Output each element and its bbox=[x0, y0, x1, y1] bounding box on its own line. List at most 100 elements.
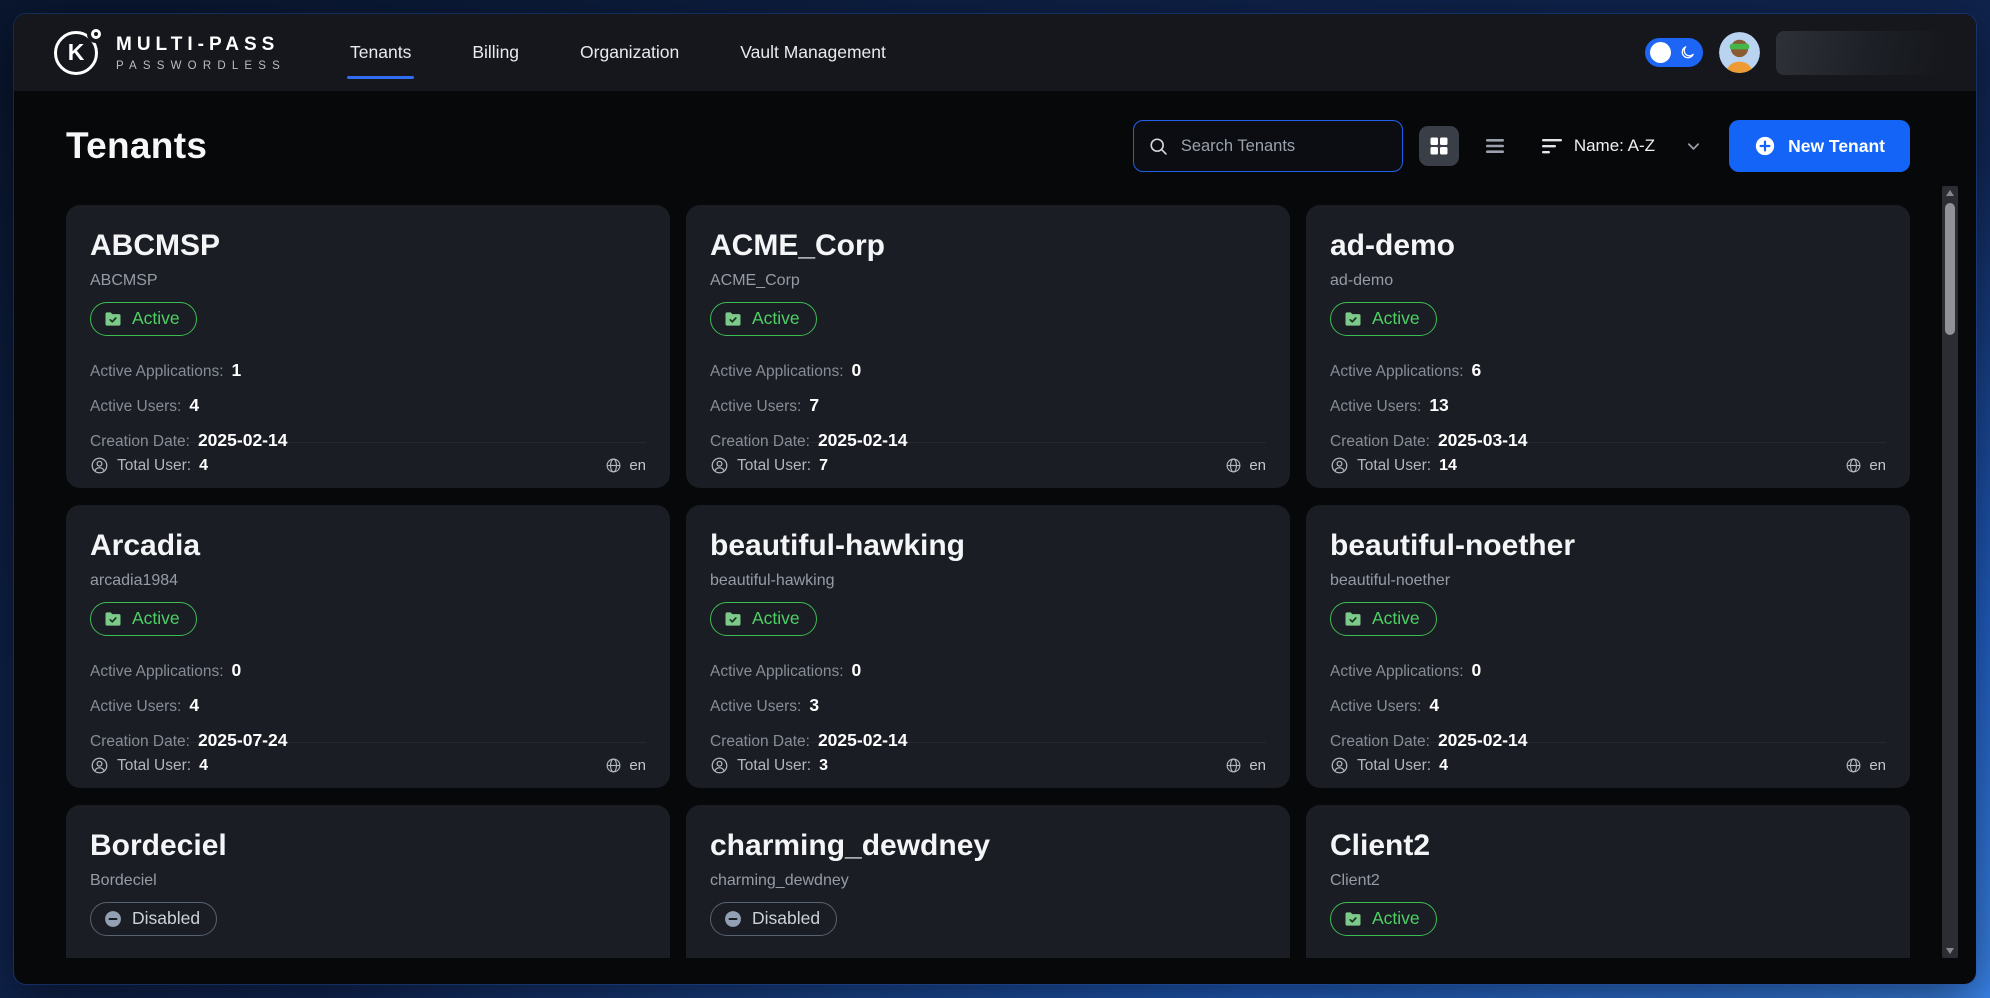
minus-circle-icon bbox=[723, 909, 743, 929]
status-badge: Active bbox=[90, 302, 197, 336]
toolbar: Tenants bbox=[66, 120, 1910, 172]
stat-value: 3 bbox=[809, 694, 819, 716]
tenant-card[interactable]: ACME_Corp ACME_Corp Active Active Applic… bbox=[686, 205, 1290, 488]
stat-label: Active Applications: bbox=[710, 361, 844, 383]
card-footer: Total User: 3 en bbox=[710, 742, 1266, 788]
tenant-name: beautiful-hawking bbox=[710, 529, 1266, 564]
tenant-card[interactable]: charming_dewdney charming_dewdney Disabl… bbox=[686, 805, 1290, 958]
status-label: Disabled bbox=[752, 908, 820, 929]
total-user-label: Total User: bbox=[117, 757, 191, 775]
list-view-button[interactable] bbox=[1475, 126, 1515, 166]
brand-text: MULTI-PASS PASSWORDLESS bbox=[116, 34, 286, 72]
status-label: Active bbox=[1372, 608, 1420, 629]
status-label: Active bbox=[752, 308, 800, 329]
grid-view-button[interactable] bbox=[1419, 126, 1459, 166]
search-box bbox=[1133, 120, 1403, 172]
locale: en bbox=[605, 457, 646, 474]
total-user-label: Total User: bbox=[117, 457, 191, 475]
stat-value: 6 bbox=[1472, 359, 1482, 381]
user-circle-icon bbox=[1330, 756, 1349, 775]
vertical-scrollbar[interactable] bbox=[1942, 186, 1958, 958]
total-user: Total User: 4 bbox=[90, 456, 208, 475]
scroll-up-arrow-icon[interactable] bbox=[1942, 186, 1958, 200]
status-badge: Active bbox=[1330, 302, 1437, 336]
tenant-stats: Active Applications:1Active Users:4Creat… bbox=[90, 359, 646, 453]
sort-icon bbox=[1541, 136, 1563, 156]
locale: en bbox=[1845, 757, 1886, 774]
stat-row: Active Users:4 bbox=[90, 694, 646, 718]
stat-label: Active Applications: bbox=[1330, 661, 1464, 683]
stat-row: Active Applications:1 bbox=[90, 359, 646, 383]
status-badge: Disabled bbox=[90, 902, 217, 936]
stat-value: 0 bbox=[852, 359, 862, 381]
stat-label: Active Applications: bbox=[90, 361, 224, 383]
stat-label: Active Users: bbox=[1330, 396, 1421, 418]
card-footer: Total User: 4 en bbox=[1330, 742, 1886, 788]
tenant-card[interactable]: Bordeciel Bordeciel Disabled Active Appl… bbox=[66, 805, 670, 958]
page-title: Tenants bbox=[66, 125, 207, 167]
folder-check-icon bbox=[1343, 609, 1363, 629]
total-user-value: 7 bbox=[819, 457, 828, 475]
new-tenant-label: New Tenant bbox=[1788, 136, 1885, 157]
sort-dropdown[interactable]: Name: A-Z bbox=[1541, 136, 1701, 156]
stat-value: 4 bbox=[1429, 694, 1439, 716]
stat-row: Active Applications:0 bbox=[1330, 659, 1886, 683]
nav-tab-billing[interactable]: Billing bbox=[472, 36, 519, 69]
grid-view-icon bbox=[1427, 134, 1451, 158]
user-circle-icon bbox=[710, 756, 729, 775]
new-tenant-button[interactable]: New Tenant bbox=[1729, 120, 1910, 172]
globe-icon bbox=[1845, 457, 1862, 474]
theme-toggle[interactable] bbox=[1645, 38, 1703, 67]
stat-value: 0 bbox=[852, 659, 862, 681]
total-user: Total User: 3 bbox=[710, 756, 828, 775]
locale: en bbox=[1225, 457, 1266, 474]
stat-row: Active Users:4 bbox=[1330, 694, 1886, 718]
stat-label: Active Applications: bbox=[90, 661, 224, 683]
tenant-slug: beautiful-hawking bbox=[710, 572, 1266, 590]
total-user: Total User: 14 bbox=[1330, 456, 1457, 475]
user-circle-icon bbox=[90, 756, 109, 775]
tenant-name: beautiful-noether bbox=[1330, 529, 1886, 564]
stat-row: Active Applications:6 bbox=[1330, 359, 1886, 383]
stat-row: Active Applications:0 bbox=[710, 659, 1266, 683]
tenant-card[interactable]: ad-demo ad-demo Active Active Applicatio… bbox=[1306, 205, 1910, 488]
tenant-stats: Active Applications:0Active Users:7Creat… bbox=[710, 359, 1266, 453]
stat-row: Active Applications:0 bbox=[90, 659, 646, 683]
tenant-stats: Active Applications:0Active Users:4Creat… bbox=[90, 659, 646, 753]
globe-icon bbox=[605, 757, 622, 774]
total-user-label: Total User: bbox=[737, 757, 811, 775]
scroll-down-arrow-icon[interactable] bbox=[1942, 944, 1958, 958]
tenant-slug: charming_dewdney bbox=[710, 872, 1266, 890]
tenant-name: Bordeciel bbox=[90, 829, 646, 864]
stat-label: Active Users: bbox=[710, 696, 801, 718]
card-footer: Total User: 7 en bbox=[710, 442, 1266, 488]
scrollbar-thumb[interactable] bbox=[1945, 203, 1955, 335]
tenant-name: Client2 bbox=[1330, 829, 1886, 864]
header-right-cluster bbox=[1645, 31, 1944, 75]
total-user-label: Total User: bbox=[1357, 457, 1431, 475]
sort-label: Name: A-Z bbox=[1574, 136, 1655, 156]
total-user: Total User: 4 bbox=[1330, 756, 1448, 775]
tenant-card[interactable]: beautiful-noether beautiful-noether Acti… bbox=[1306, 505, 1910, 788]
brand-logo-icon: K bbox=[51, 28, 101, 78]
tenant-name: ad-demo bbox=[1330, 229, 1886, 264]
status-label: Active bbox=[1372, 308, 1420, 329]
globe-icon bbox=[605, 457, 622, 474]
total-user: Total User: 7 bbox=[710, 456, 828, 475]
search-input[interactable] bbox=[1181, 137, 1401, 156]
stat-row: Active Users:4 bbox=[90, 394, 646, 418]
locale-label: en bbox=[1249, 757, 1266, 774]
tenant-card[interactable]: beautiful-hawking beautiful-hawking Acti… bbox=[686, 505, 1290, 788]
card-footer: Total User: 14 en bbox=[1330, 442, 1886, 488]
tenant-card[interactable]: Client2 Client2 Active Active Applicatio… bbox=[1306, 805, 1910, 958]
stat-row: Active Users:7 bbox=[710, 394, 1266, 418]
nav-tab-vault-management[interactable]: Vault Management bbox=[740, 36, 886, 69]
nav-tab-tenants[interactable]: Tenants bbox=[350, 36, 411, 69]
total-user-label: Total User: bbox=[1357, 757, 1431, 775]
stat-label: Active Users: bbox=[90, 396, 181, 418]
user-avatar[interactable] bbox=[1719, 32, 1760, 73]
card-footer: Total User: 4 en bbox=[90, 742, 646, 788]
tenant-card[interactable]: Arcadia arcadia1984 Active Active Applic… bbox=[66, 505, 670, 788]
nav-tab-organization[interactable]: Organization bbox=[580, 36, 679, 69]
tenant-card[interactable]: ABCMSP ABCMSP Active Active Applications… bbox=[66, 205, 670, 488]
